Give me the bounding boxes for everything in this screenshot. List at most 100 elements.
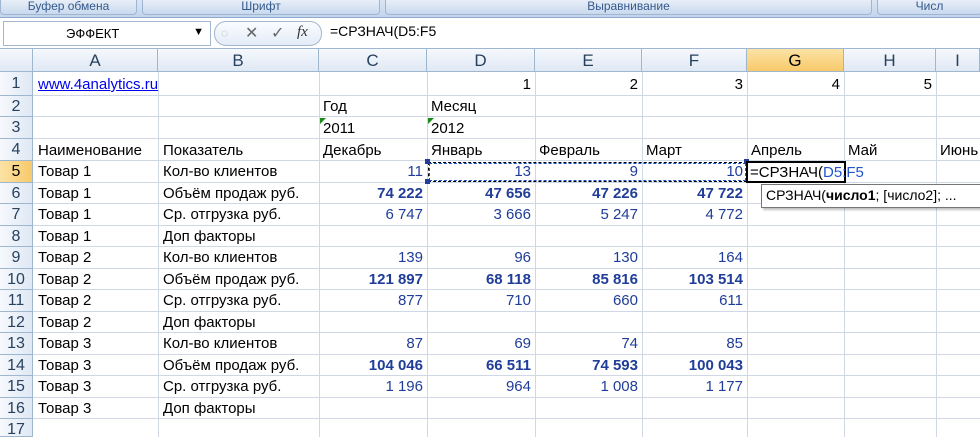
cell[interactable]: Товар 3 [38,398,91,419]
cell[interactable]: 47 226 [535,183,638,204]
cell[interactable]: 85 [642,333,743,354]
cell[interactable]: 5 [844,74,932,95]
column-header[interactable]: E [535,49,642,72]
cell[interactable]: Доп факторы [163,226,256,247]
cell[interactable]: Февраль [539,140,600,161]
cell[interactable]: 710 [427,290,531,311]
cell[interactable]: 103 514 [642,269,743,290]
cell[interactable]: Объём продаж руб. [163,269,299,290]
cell[interactable]: Доп факторы [163,398,256,419]
cell[interactable]: 1 196 [319,376,423,397]
row-header[interactable]: 10 [0,269,33,290]
cell[interactable]: 104 046 [319,355,423,376]
cell[interactable]: 3 [642,74,743,95]
cell[interactable]: Доп факторы [163,312,256,333]
row-header[interactable]: 1 [0,72,33,96]
cell[interactable]: 5 247 [535,204,638,225]
row-header[interactable]: 17 [0,419,33,438]
cell[interactable]: 660 [535,290,638,311]
row-header[interactable]: 12 [0,312,33,333]
column-header[interactable]: B [158,49,319,72]
cell[interactable]: 6 747 [319,204,423,225]
cell[interactable]: Товар 1 [38,204,91,225]
cell[interactable]: Ср. отгрузка руб. [163,376,281,397]
active-cell-editor[interactable]: =СРЗНАЧ(D5:F5 [746,161,864,183]
cell[interactable]: 11 [319,161,423,182]
cancel-icon[interactable]: ✕ [245,23,258,43]
cell[interactable]: Наименование [38,140,142,161]
cell[interactable]: Год [323,96,347,117]
cell[interactable]: 2012 [431,118,464,139]
cell[interactable]: 164 [642,247,743,268]
cell[interactable]: 74 [535,333,638,354]
cell[interactable]: Показатель [163,140,243,161]
cell[interactable]: 964 [427,376,531,397]
row-header[interactable]: 8 [0,226,33,247]
cell[interactable]: 139 [319,247,423,268]
column-header-selected[interactable]: G [747,49,844,72]
cell[interactable]: Май [848,140,877,161]
cell[interactable]: 74 593 [535,355,638,376]
name-box[interactable]: ЭФФЕКТ ▼ [3,21,211,46]
cell[interactable]: 130 [535,247,638,268]
tooltip-function-name[interactable]: СРЗНАЧ( [762,187,826,203]
ribbon-group-clipboard[interactable]: Буфер обмена [0,0,137,15]
cell[interactable]: Кол-во клиентов [163,247,277,268]
cell[interactable]: 611 [642,290,743,311]
column-header[interactable]: A [33,49,158,72]
ribbon-group-alignment[interactable]: Выравнивание [385,0,872,15]
cell[interactable]: Товар 3 [38,376,91,397]
cell[interactable]: Товар 3 [38,333,91,354]
row-header[interactable]: 7 [0,204,33,226]
row-header-selected[interactable]: 5 [0,161,33,183]
cell[interactable]: 66 511 [427,355,531,376]
cell[interactable]: 69 [427,333,531,354]
cell[interactable]: Товар 2 [38,247,91,268]
cell[interactable]: Ср. отгрузка руб. [163,204,281,225]
cell[interactable]: 68 118 [427,269,531,290]
select-all-corner[interactable] [0,49,33,72]
cell[interactable]: 100 043 [642,355,743,376]
cell[interactable]: Ср. отгрузка руб. [163,290,281,311]
cell[interactable]: 47 656 [427,183,531,204]
cell[interactable]: 1 [427,74,531,95]
cell[interactable]: 121 897 [319,269,423,290]
cell[interactable]: Кол-во клиентов [163,333,277,354]
cell[interactable]: 74 222 [319,183,423,204]
cell[interactable]: 1 008 [535,376,638,397]
column-header[interactable]: D [427,49,535,72]
row-header[interactable]: 15 [0,376,33,398]
cell[interactable]: Товар 2 [38,290,91,311]
insert-function-icon[interactable]: fx [297,24,308,41]
row-header[interactable]: 14 [0,355,33,376]
cell[interactable]: 877 [319,290,423,311]
cell[interactable]: 2011 [323,118,355,139]
row-header[interactable]: 3 [0,117,33,139]
cell[interactable]: 96 [427,247,531,268]
cell[interactable]: Апрель [751,140,802,161]
row-header[interactable]: 4 [0,139,33,161]
enter-icon[interactable]: ✓ [271,23,284,43]
cell[interactable]: 1 177 [642,376,743,397]
cell[interactable]: Январь [431,140,482,161]
cell[interactable]: 3 666 [427,204,531,225]
ribbon-group-number[interactable]: Числ [877,0,980,15]
range-handle[interactable] [425,159,430,164]
cell[interactable]: Объём продаж руб. [163,355,299,376]
row-header[interactable]: 9 [0,247,33,269]
cell[interactable]: Объём продаж руб. [163,183,299,204]
cell[interactable]: Товар 1 [38,161,91,182]
column-header[interactable]: C [319,49,427,72]
row-header[interactable]: 16 [0,398,33,419]
column-header[interactable]: F [642,49,747,72]
cell[interactable]: 87 [319,333,423,354]
cell[interactable]: Товар 2 [38,312,91,333]
row-header[interactable]: 13 [0,333,33,355]
row-header[interactable]: 2 [0,96,33,117]
cell[interactable]: Июнь [940,140,978,161]
cell[interactable]: 47 722 [642,183,743,204]
cell[interactable]: Товар 1 [38,226,91,247]
hyperlink-cell[interactable]: www.4analytics.ru [38,74,158,95]
cell[interactable]: Товар 3 [38,355,91,376]
cell[interactable]: Месяц [431,96,476,117]
